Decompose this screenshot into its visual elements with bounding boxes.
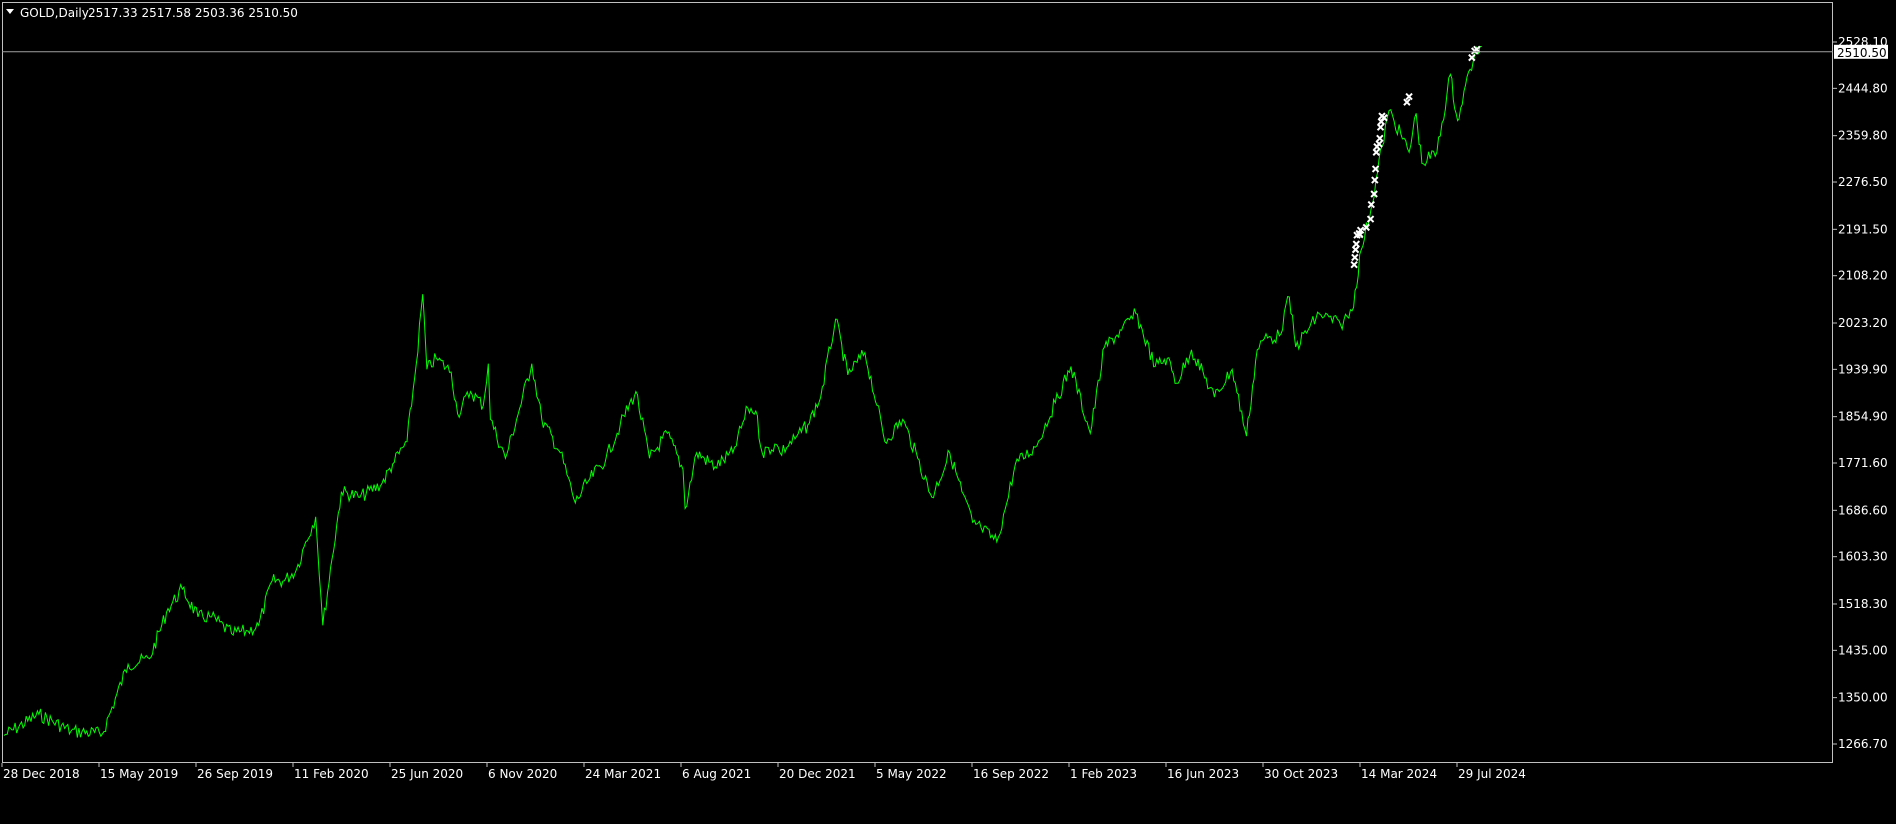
trade-marker[interactable] — [1376, 134, 1384, 143]
marker-layer — [1350, 45, 1481, 269]
y-tick-label: 1435.00 — [1838, 643, 1888, 657]
y-axis: 1266.70 1350.00 1435.00 1518.30 1603.30 1686.… — [1833, 35, 1888, 751]
trade-marker[interactable] — [1351, 253, 1359, 262]
trade-marker[interactable] — [1376, 123, 1385, 131]
x-tick-label: 29 Jul 2024 — [1458, 767, 1526, 781]
y-tick-label: 2023.20 — [1838, 316, 1888, 330]
trade-marker[interactable] — [1350, 260, 1358, 269]
x-tick-label: 24 Mar 2021 — [585, 767, 661, 781]
x-tick-label: 26 Sep 2019 — [197, 767, 273, 781]
y-tick-label: 2444.80 — [1838, 81, 1888, 95]
price-tag-text: 2510.50 — [1837, 46, 1887, 60]
x-tick-label: 16 Jun 2023 — [1167, 767, 1239, 781]
x-tick-label: 28 Dec 2018 — [3, 767, 80, 781]
y-tick-label: 1518.30 — [1838, 597, 1888, 611]
trade-marker[interactable] — [1371, 176, 1379, 184]
gold-price-series — [3, 45, 1482, 738]
trade-marker[interactable] — [1375, 140, 1383, 148]
x-tick-label: 11 Feb 2020 — [294, 767, 369, 781]
x-tick-label: 6 Aug 2021 — [682, 767, 751, 781]
y-tick-label: 1603.30 — [1838, 550, 1888, 564]
x-tick-label: 14 Mar 2024 — [1361, 767, 1437, 781]
chart-area[interactable]: 1266.70 1350.00 1435.00 1518.30 1603.30 1686.… — [0, 0, 1896, 820]
y-tick-label: 1771.60 — [1838, 456, 1888, 470]
x-tick-label: 16 Sep 2022 — [973, 767, 1049, 781]
price-chart[interactable]: 1266.70 1350.00 1435.00 1518.30 1603.30 1686.… — [0, 0, 1896, 820]
y-tick-label: 2359.80 — [1838, 129, 1888, 143]
trade-marker[interactable] — [1351, 245, 1360, 254]
x-tick-label: 30 Oct 2023 — [1264, 767, 1338, 781]
trade-marker[interactable] — [1352, 240, 1360, 248]
symbol-label: GOLD,Daily — [20, 6, 89, 20]
x-axis: 28 Dec 2018 15 May 2019 26 Sep 2019 11 Feb … — [1, 763, 1526, 781]
chart-header: GOLD,Daily 2517.33 2517.58 2503.36 2510.… — [6, 6, 298, 20]
x-tick-label: 1 Feb 2023 — [1070, 767, 1137, 781]
x-tick-label: 25 Jun 2020 — [391, 767, 463, 781]
x-tick-label: 15 May 2019 — [100, 767, 178, 781]
x-tick-label: 5 May 2022 — [876, 767, 947, 781]
current-price-tag: 2510.50 — [1834, 44, 1888, 60]
y-tick-label: 2191.50 — [1838, 222, 1888, 236]
series-layer — [3, 45, 1482, 738]
y-tick-label: 1854.90 — [1838, 410, 1888, 424]
trade-marker[interactable] — [1366, 215, 1375, 223]
y-tick-label: 1686.60 — [1838, 503, 1888, 517]
y-tick-label: 2276.50 — [1838, 175, 1888, 189]
triangle-down-icon[interactable] — [6, 9, 14, 14]
y-tick-label: 1350.00 — [1838, 691, 1888, 705]
y-tick-label: 1939.90 — [1838, 362, 1888, 376]
plot-frame — [2, 2, 1833, 763]
trade-marker[interactable] — [1372, 148, 1380, 156]
ohlc-text: 2517.33 2517.58 2503.36 2510.50 — [88, 6, 298, 20]
x-tick-label: 20 Dec 2021 — [779, 767, 856, 781]
y-tick-label: 2108.20 — [1838, 269, 1888, 283]
y-tick-label: 1266.70 — [1838, 737, 1888, 751]
x-tick-label: 6 Nov 2020 — [488, 767, 557, 781]
